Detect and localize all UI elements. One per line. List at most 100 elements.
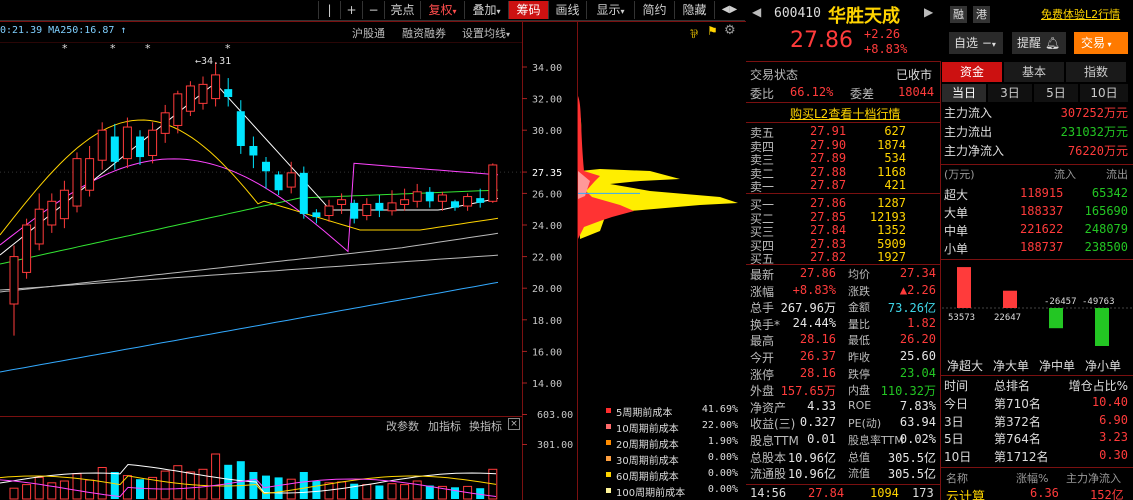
candle	[324, 199, 334, 222]
net-flow-label: 净大单	[992, 359, 1029, 373]
display-label: 显示	[596, 3, 621, 17]
prev-stock-icon[interactable]: ◀	[752, 5, 761, 19]
candle	[476, 188, 485, 208]
simple-button[interactable]: 简约	[634, 1, 674, 19]
candle	[47, 193, 57, 233]
quote-panel: ◀ 600410 华胜天成 ▶ 融 港 免费体验L2行情 27.86 +2.26…	[746, 0, 1133, 500]
watchlist-button[interactable]: 自选 −▾	[949, 32, 1003, 54]
zoom-in-button[interactable]: +	[340, 1, 362, 19]
volume-bar	[72, 473, 82, 500]
rank-time: 10日	[944, 449, 972, 464]
switch-indicator-link[interactable]: 换指标	[469, 418, 502, 434]
tick-time: 14:56	[750, 486, 787, 500]
link-hsgt[interactable]: 沪股通	[352, 25, 385, 41]
alert-label: 提醒	[1017, 36, 1042, 50]
sector-name[interactable]: 云计算	[946, 486, 985, 500]
sector-flow: 152亿	[1090, 488, 1124, 500]
tab-fund[interactable]: 资金	[942, 62, 1002, 82]
adjust-button[interactable]: 复权▾	[420, 1, 464, 19]
edit-params-link[interactable]: 改参数	[386, 418, 419, 434]
chips-button[interactable]: 筹码	[508, 1, 548, 19]
buy-level-volume: 1287	[877, 196, 906, 210]
price-change-pct: +8.83%	[864, 42, 908, 56]
period-3d[interactable]: 3日	[988, 84, 1032, 102]
chip-red-area	[578, 96, 634, 239]
stat-value: 24.44%	[792, 315, 836, 330]
dropdown-arrow-icon: ▾	[506, 30, 511, 39]
stat-value: 27.34	[899, 266, 936, 280]
weicha-value: 18044	[898, 85, 935, 99]
zoom-out-button[interactable]: −	[362, 1, 384, 19]
volume-bar	[249, 472, 258, 499]
fund-row-in: 118915	[1020, 186, 1064, 200]
settings-gear-icon[interactable]: ⚙	[724, 23, 736, 38]
buy-level-volume: 5909	[877, 236, 906, 251]
dropdown-arrow-icon: ▾	[620, 7, 625, 16]
alert-button[interactable]: 提醒 🔔︎	[1012, 32, 1066, 54]
trade-button[interactable]: 交易 ▾	[1074, 32, 1128, 54]
close-indicator-icon[interactable]: ×	[508, 418, 520, 430]
l2-trial-link[interactable]: 免费体验L2行情	[1041, 6, 1120, 22]
stat-label: 均价	[848, 268, 870, 281]
stat-label: 换手*	[750, 317, 781, 332]
footer-head-flow: 主力净流入	[1066, 472, 1121, 485]
sell-level-volume: 534	[884, 151, 906, 166]
volume-bar	[375, 485, 384, 499]
volume-tick-label: 301.00	[537, 440, 573, 451]
volume-bar	[47, 482, 57, 500]
hide-button[interactable]: 隐藏	[674, 1, 714, 19]
draw-button[interactable]: 画线	[548, 1, 586, 19]
fund-row-in: 188737	[1020, 240, 1064, 254]
overlay-button[interactable]: 叠加▾	[464, 1, 508, 19]
stat-label: 总手	[750, 301, 775, 316]
period-10d[interactable]: 10日	[1080, 84, 1128, 102]
candle	[122, 117, 132, 169]
tab-basic[interactable]: 基本	[1004, 62, 1064, 82]
hk-connect-badge: 港	[973, 6, 990, 23]
next-stock-icon[interactable]: ▶	[924, 5, 933, 19]
fund-row-out: 65342	[1091, 186, 1128, 200]
volume-bar	[312, 481, 321, 499]
legend-value: 0.00%	[707, 452, 738, 463]
display-button[interactable]: 显示▾	[586, 1, 634, 19]
link-margin[interactable]: 融资融券	[402, 25, 446, 41]
candle	[451, 199, 459, 211]
candle	[85, 146, 95, 197]
toolbar-separator-button[interactable]: |	[318, 1, 340, 19]
highlights-button[interactable]: 亮点	[384, 1, 420, 19]
buy-l2-link[interactable]: 购买L2查看十档行情	[790, 105, 900, 122]
legend-label: 60周期前成本	[616, 472, 679, 483]
period-today[interactable]: 当日	[942, 84, 986, 102]
trade-label: 交易	[1081, 36, 1106, 50]
period-5d[interactable]: 5日	[1034, 84, 1078, 102]
candle	[185, 81, 195, 116]
stat-value: 63.94	[899, 415, 936, 430]
stat-label: 净资产	[750, 400, 787, 415]
net-flow-value: 22647	[994, 313, 1021, 323]
rank-pct: 3.23	[1099, 430, 1128, 444]
ma-settings-link[interactable]: 设置均线▾	[462, 25, 510, 41]
adjust-label: 复权	[428, 3, 453, 17]
flag-icon[interactable]: ⚑	[707, 24, 718, 38]
net-flow-bar	[957, 267, 971, 308]
stat-label: 流通股	[750, 467, 787, 482]
chip-tool-icon[interactable]: ⅌	[690, 25, 698, 42]
y-tick: 32.00	[522, 95, 562, 106]
dropdown-arrow-icon: ▾	[452, 7, 457, 16]
candle	[362, 198, 372, 221]
add-indicator-link[interactable]: 加指标	[428, 418, 461, 434]
sell-level-volume: 1874	[877, 137, 906, 152]
stat-value: 25.60	[899, 349, 936, 363]
y-tick: 14.00	[522, 379, 562, 390]
volume-bar	[337, 481, 347, 500]
volume-bar	[185, 471, 195, 500]
tab-index[interactable]: 指数	[1066, 62, 1126, 82]
y-tick: 18.00	[522, 316, 562, 327]
stat-value: ▲2.26	[899, 282, 936, 297]
collapse-arrows-icon[interactable]: ◀▶	[714, 1, 744, 19]
stat-label: 今开	[750, 351, 775, 365]
stat-value: 26.20	[899, 332, 936, 347]
stat-label: 跌停	[848, 367, 870, 381]
y-tick: 24.00	[522, 221, 562, 232]
candle	[224, 78, 233, 107]
